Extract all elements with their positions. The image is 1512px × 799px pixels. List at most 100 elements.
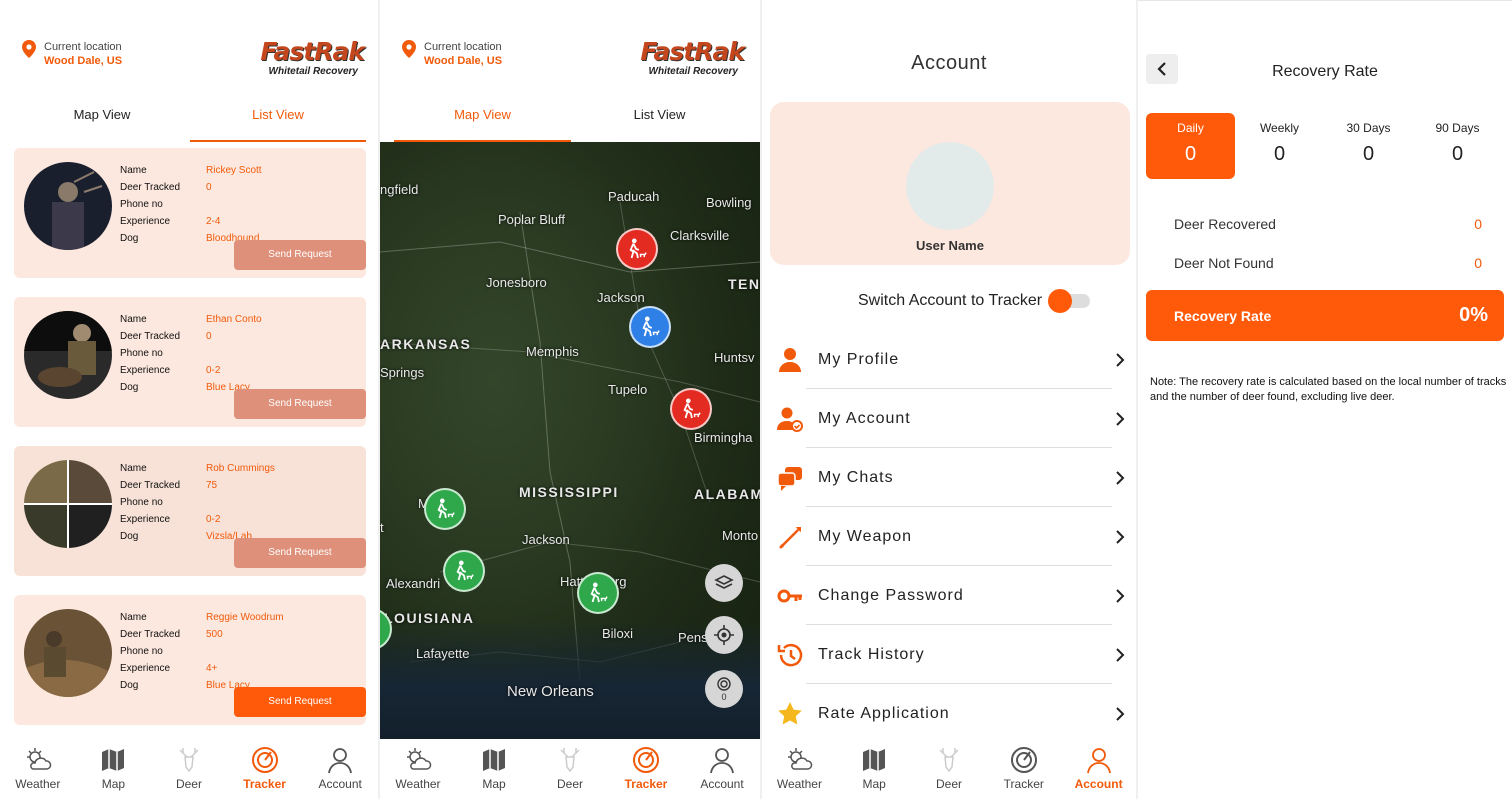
deer-recovered-row: Deer Recovered 0 bbox=[1174, 216, 1482, 232]
weather-icon bbox=[407, 748, 432, 770]
bottom-nav: Weather Map Deer Tracker Account bbox=[762, 739, 1136, 799]
recovery-note: Note: The recovery rate is calculated ba… bbox=[1150, 376, 1507, 403]
tracker-details: Name Rickey Scott Deer Tracked 0 Phone no … bbox=[120, 162, 262, 247]
chat-icon bbox=[777, 466, 802, 491]
deer-icon bbox=[939, 748, 959, 773]
tracker-name: Ethan Conto bbox=[206, 314, 262, 325]
user-icon bbox=[1086, 748, 1111, 774]
map-layers-button[interactable] bbox=[705, 564, 743, 602]
menu-my-profile[interactable]: My Profile bbox=[776, 330, 1126, 389]
period-weekly[interactable]: Weekly 0 bbox=[1235, 113, 1324, 179]
account-menu: My Profile My Account My Chats My Weapon… bbox=[776, 330, 1126, 743]
menu-track-history[interactable]: Track History bbox=[776, 625, 1126, 684]
send-request-button[interactable]: Send Request bbox=[234, 240, 366, 270]
nav-deer[interactable]: Deer bbox=[912, 739, 987, 799]
chevron-right-icon bbox=[1116, 706, 1125, 721]
avatar[interactable] bbox=[906, 142, 994, 230]
nav-account[interactable]: Account bbox=[302, 739, 378, 799]
star-icon bbox=[778, 701, 802, 724]
bottom-nav: Weather Map Deer Tracker Account bbox=[380, 739, 760, 799]
nav-deer[interactable]: Deer bbox=[151, 739, 227, 799]
nav-map[interactable]: Map bbox=[76, 739, 152, 799]
nav-deer[interactable]: Deer bbox=[532, 739, 608, 799]
menu-change-password[interactable]: Change Password bbox=[776, 566, 1126, 625]
crosshair-icon bbox=[714, 625, 734, 645]
switch-account-row: Switch Account to Tracker bbox=[858, 289, 1091, 313]
map-icon bbox=[863, 749, 886, 771]
chevron-right-icon bbox=[1116, 647, 1125, 662]
nav-weather[interactable]: Weather bbox=[0, 739, 76, 799]
tracker-marker[interactable] bbox=[424, 488, 466, 530]
tracker-marker[interactable] bbox=[443, 550, 485, 592]
weather-icon bbox=[26, 748, 52, 770]
recovery-rate-value: 0% bbox=[1459, 304, 1488, 326]
chevron-right-icon bbox=[1116, 588, 1125, 603]
tab-list-view[interactable]: List View bbox=[571, 98, 748, 142]
nav-tracker[interactable]: Tracker bbox=[986, 739, 1061, 799]
send-request-button[interactable]: Send Request bbox=[234, 687, 366, 717]
tab-map-view[interactable]: Map View bbox=[14, 98, 190, 142]
tracker-icon bbox=[1010, 747, 1037, 773]
switch-account-label: Switch Account to Tracker bbox=[858, 292, 1043, 309]
tracker-marker[interactable] bbox=[629, 306, 671, 348]
key-icon bbox=[777, 589, 802, 602]
tracker-map-screen: Current location Wood Dale, US FastRak Whi… bbox=[380, 0, 760, 799]
radar-count: 0 bbox=[721, 692, 727, 702]
tracker-card[interactable]: Name Rickey Scott Deer Tracked 0 Phone no … bbox=[14, 148, 366, 278]
location-value: Wood Dale, US bbox=[44, 55, 123, 67]
tracker-avatar bbox=[24, 162, 112, 250]
user-icon bbox=[328, 748, 353, 774]
deer-not-found-value: 0 bbox=[1474, 255, 1482, 271]
tracker-marker[interactable] bbox=[577, 572, 619, 614]
tracker-card[interactable]: Name Reggie Woodrum Deer Tracked 500 Phone… bbox=[14, 595, 366, 725]
user-icon bbox=[710, 748, 734, 774]
nav-weather[interactable]: Weather bbox=[762, 739, 837, 799]
map-icon bbox=[483, 749, 505, 771]
tracker-marker[interactable] bbox=[616, 228, 658, 270]
nav-weather[interactable]: Weather bbox=[380, 739, 456, 799]
user-name: User Name bbox=[916, 238, 984, 253]
current-location[interactable]: Current location Wood Dale, US bbox=[402, 40, 502, 68]
period-30-days[interactable]: 30 Days 0 bbox=[1324, 113, 1413, 179]
nav-map[interactable]: Map bbox=[456, 739, 532, 799]
nav-tracker[interactable]: Tracker bbox=[227, 739, 303, 799]
recovery-rate-screen: Recovery Rate Daily 0 Weekly 0 30 Days 0 90… bbox=[1138, 0, 1512, 799]
send-request-button[interactable]: Send Request bbox=[234, 538, 366, 568]
period-90-days[interactable]: 90 Days 0 bbox=[1413, 113, 1502, 179]
hunter-dog-icon bbox=[642, 316, 660, 337]
menu-my-account[interactable]: My Account bbox=[776, 389, 1126, 448]
my-location-button[interactable] bbox=[705, 616, 743, 654]
profile-card: User Name bbox=[770, 102, 1130, 265]
menu-my-weapon[interactable]: My Weapon bbox=[776, 507, 1126, 566]
tracker-avatar bbox=[24, 609, 112, 697]
nav-tracker[interactable]: Tracker bbox=[608, 739, 684, 799]
hunter-dog-icon bbox=[629, 238, 647, 259]
deer-icon bbox=[179, 748, 199, 773]
nav-map[interactable]: Map bbox=[837, 739, 912, 799]
nav-account[interactable]: Account bbox=[1061, 739, 1136, 799]
menu-my-chats[interactable]: My Chats bbox=[776, 448, 1126, 507]
tracker-card[interactable]: Name Rob Cummings Deer Tracked 75 Phone no… bbox=[14, 446, 366, 576]
send-request-button[interactable]: Send Request bbox=[234, 389, 366, 419]
chevron-right-icon bbox=[1116, 411, 1125, 426]
chevron-right-icon bbox=[1116, 352, 1125, 367]
hunter-dog-icon bbox=[437, 498, 455, 519]
tracker-marker[interactable] bbox=[670, 388, 712, 430]
radar-button[interactable]: 0 bbox=[705, 670, 743, 708]
tracker-icon bbox=[251, 747, 278, 773]
nav-account[interactable]: Account bbox=[684, 739, 760, 799]
hunter-dog-icon bbox=[683, 398, 701, 419]
profile-icon bbox=[779, 347, 801, 372]
tracker-name: Rob Cummings bbox=[206, 463, 275, 474]
tracker-card[interactable]: Name Ethan Conto Deer Tracked 0 Phone no E… bbox=[14, 297, 366, 427]
period-daily[interactable]: Daily 0 bbox=[1146, 113, 1235, 179]
tab-list-view[interactable]: List View bbox=[190, 98, 366, 142]
map-canvas[interactable]: ngfield Paducah Bowling Poplar Bluff Cla… bbox=[380, 142, 760, 740]
hunter-dog-icon bbox=[456, 560, 474, 581]
current-location[interactable]: Current location Wood Dale, US bbox=[22, 40, 122, 68]
hunter-dog-icon bbox=[590, 582, 608, 603]
menu-rate-application[interactable]: Rate Application bbox=[776, 684, 1126, 743]
tab-map-view[interactable]: Map View bbox=[394, 98, 571, 142]
switch-account-toggle[interactable] bbox=[1048, 289, 1091, 313]
period-selector: Daily 0 Weekly 0 30 Days 0 90 Days 0 bbox=[1146, 113, 1502, 179]
